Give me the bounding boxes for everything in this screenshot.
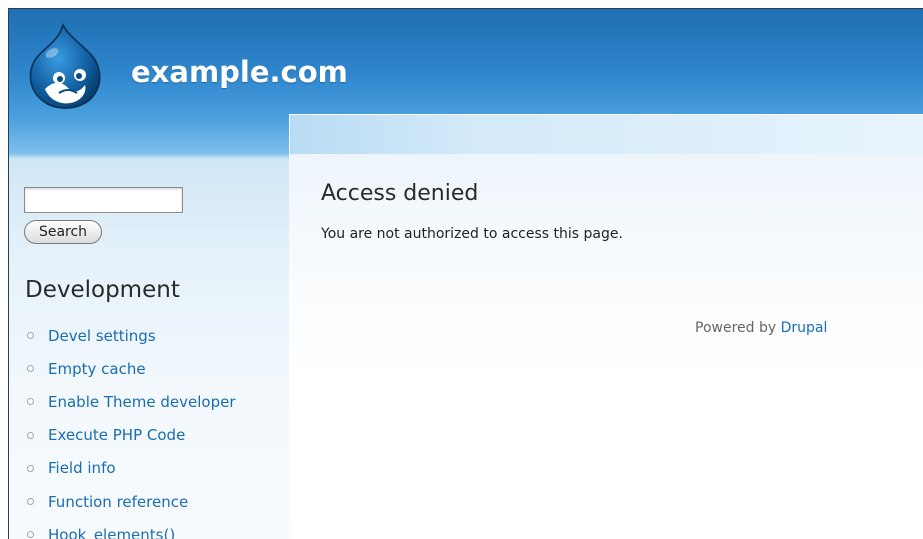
menu-link[interactable]: Enable Theme developer: [48, 393, 236, 411]
menu-item-function-reference: Function reference: [25, 485, 236, 518]
menu-item-field-info: Field info: [25, 452, 236, 485]
page-title: Access denied: [321, 181, 479, 206]
menu-item-execute-php-code: Execute PHP Code: [25, 419, 236, 452]
bullet-icon: [27, 398, 34, 406]
search-button[interactable]: Search: [24, 220, 102, 244]
footer: Powered by Drupal: [695, 320, 827, 336]
development-block-title: Development: [25, 277, 180, 303]
development-menu: Devel settings Empty cache Enable Theme …: [25, 319, 236, 539]
menu-link[interactable]: Empty cache: [48, 360, 146, 378]
menu-link[interactable]: Hook_elements(): [48, 526, 175, 539]
powered-by-text: Powered by: [695, 320, 777, 336]
bullet-icon: [27, 498, 34, 506]
browser-viewport: example.com Search Development Devel set…: [8, 8, 923, 539]
menu-item-hook-elements: Hook_elements(): [25, 518, 236, 539]
menu-link[interactable]: Devel settings: [48, 327, 156, 345]
bullet-icon: [27, 332, 34, 340]
access-denied-message: You are not authorized to access this pa…: [321, 226, 623, 242]
bullet-icon: [27, 365, 34, 373]
site-name[interactable]: example.com: [131, 55, 348, 89]
bullet-icon: [27, 531, 34, 539]
sidebar-top-bar: [9, 154, 289, 159]
bullet-icon: [27, 464, 34, 472]
main-content: [289, 154, 923, 539]
content-header-bar: [289, 114, 923, 154]
menu-link[interactable]: Function reference: [48, 493, 188, 511]
menu-link[interactable]: Execute PHP Code: [48, 426, 185, 444]
menu-item-enable-theme-developer: Enable Theme developer: [25, 385, 236, 418]
menu-item-devel-settings: Devel settings: [25, 319, 236, 352]
drupal-link[interactable]: Drupal: [781, 320, 828, 336]
menu-link[interactable]: Field info: [48, 459, 116, 477]
search-input[interactable]: [24, 187, 183, 213]
bullet-icon: [27, 431, 34, 439]
drupal-logo-icon[interactable]: [25, 22, 103, 109]
menu-item-empty-cache: Empty cache: [25, 352, 236, 385]
